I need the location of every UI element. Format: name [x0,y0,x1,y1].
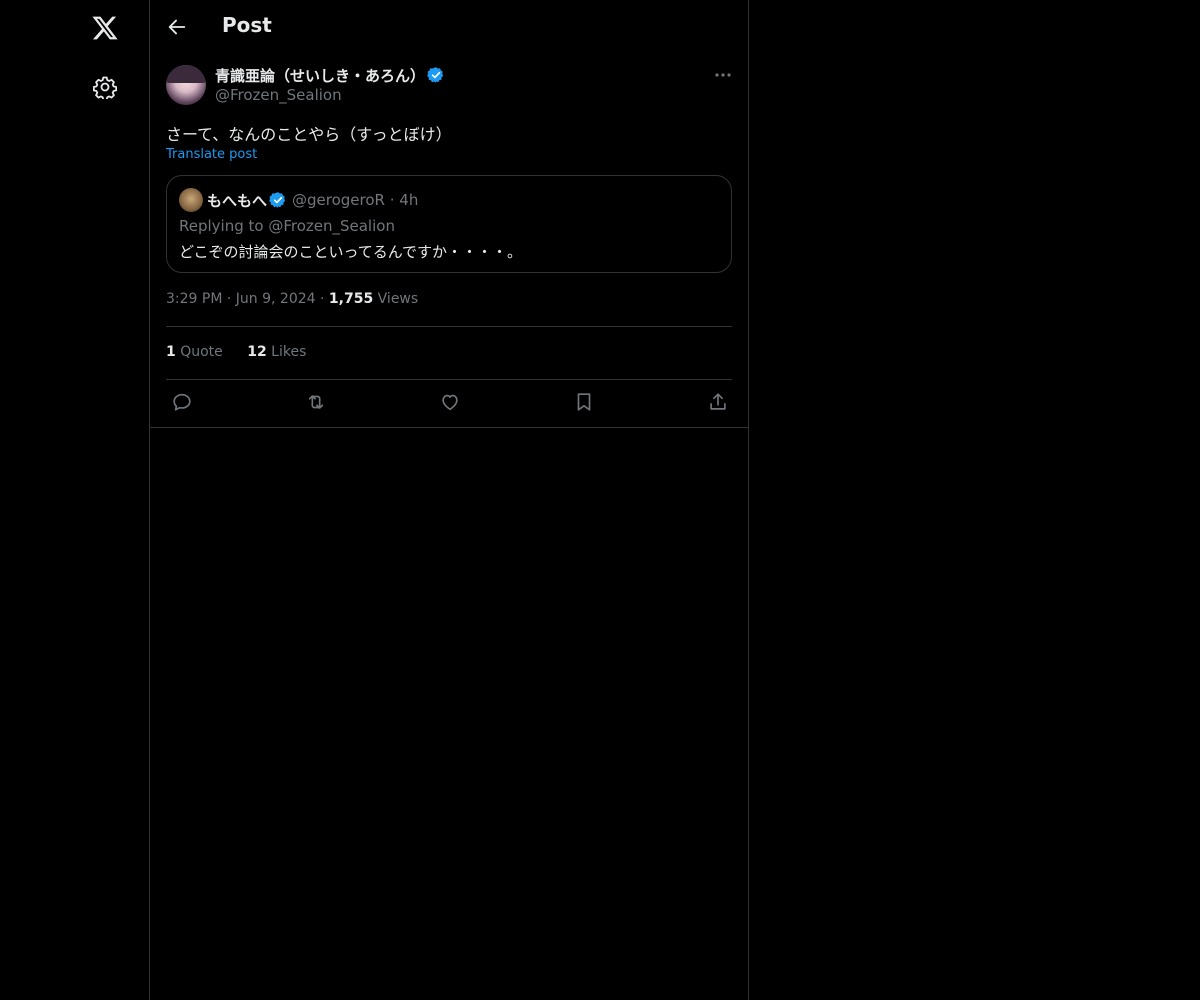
separator: · [320,291,325,307]
more-icon[interactable] [712,66,734,84]
verified-badge-icon [269,191,287,209]
quote-author-name: もへもへ [207,192,268,210]
likes-count: 12 [247,344,267,360]
reply-icon[interactable] [171,391,193,413]
author-name[interactable]: 青識亜論（せいしき・あろん） [215,65,425,86]
repost-icon[interactable] [305,391,327,413]
post-stats: 1 Quote 12 Likes [166,344,326,360]
main-column: Post 青識亜論（せいしき・あろん） @Frozen_Sealion さーて、… [149,0,749,1000]
translate-post-link[interactable]: Translate post [166,147,257,162]
page-title: Post [222,13,272,37]
verified-badge-icon [427,66,445,84]
action-bar [150,380,748,428]
quote-text: どこぞの討論会のこといってるんですか・・・・。 [179,243,523,261]
divider [166,326,732,327]
like-icon[interactable] [439,391,461,413]
post-date[interactable]: Jun 9, 2024 [236,291,316,307]
author-handle[interactable]: @Frozen_Sealion [215,86,342,104]
bookmark-icon[interactable] [573,391,595,413]
quotes-label: Quote [180,344,223,360]
avatar [179,188,203,212]
quotes-count: 1 [166,344,176,360]
page-header: Post [150,0,748,54]
left-sidebar [0,0,149,1000]
back-arrow-icon[interactable] [166,16,188,38]
likes-stat[interactable]: 12 Likes [247,344,306,360]
quote-author-handle: @gerogeroR [292,191,385,209]
separator: · [226,291,232,307]
x-logo-icon[interactable] [91,14,119,42]
post-text: さーて、なんのことやら（すっとぼけ） [166,125,452,144]
likes-label: Likes [271,344,307,360]
avatar[interactable] [166,65,206,105]
share-icon[interactable] [707,391,729,413]
quote-author-meta: @gerogeroR · 4h [292,191,418,209]
replying-to: Replying to @Frozen_Sealion [179,217,395,235]
views-count: 1,755 [328,291,374,307]
separator: · [389,191,395,209]
quoted-post-card[interactable]: もへもへ @gerogeroR · 4h Replying to @Frozen… [166,175,732,273]
views-label: Views [377,291,419,307]
quote-time: 4h [399,191,419,209]
quotes-stat[interactable]: 1 Quote [166,344,223,360]
post-meta: 3:29 PM · Jun 9, 2024 · 1,755 Views [166,291,418,307]
gear-icon[interactable] [93,75,117,99]
post-time[interactable]: 3:29 PM [166,291,222,307]
